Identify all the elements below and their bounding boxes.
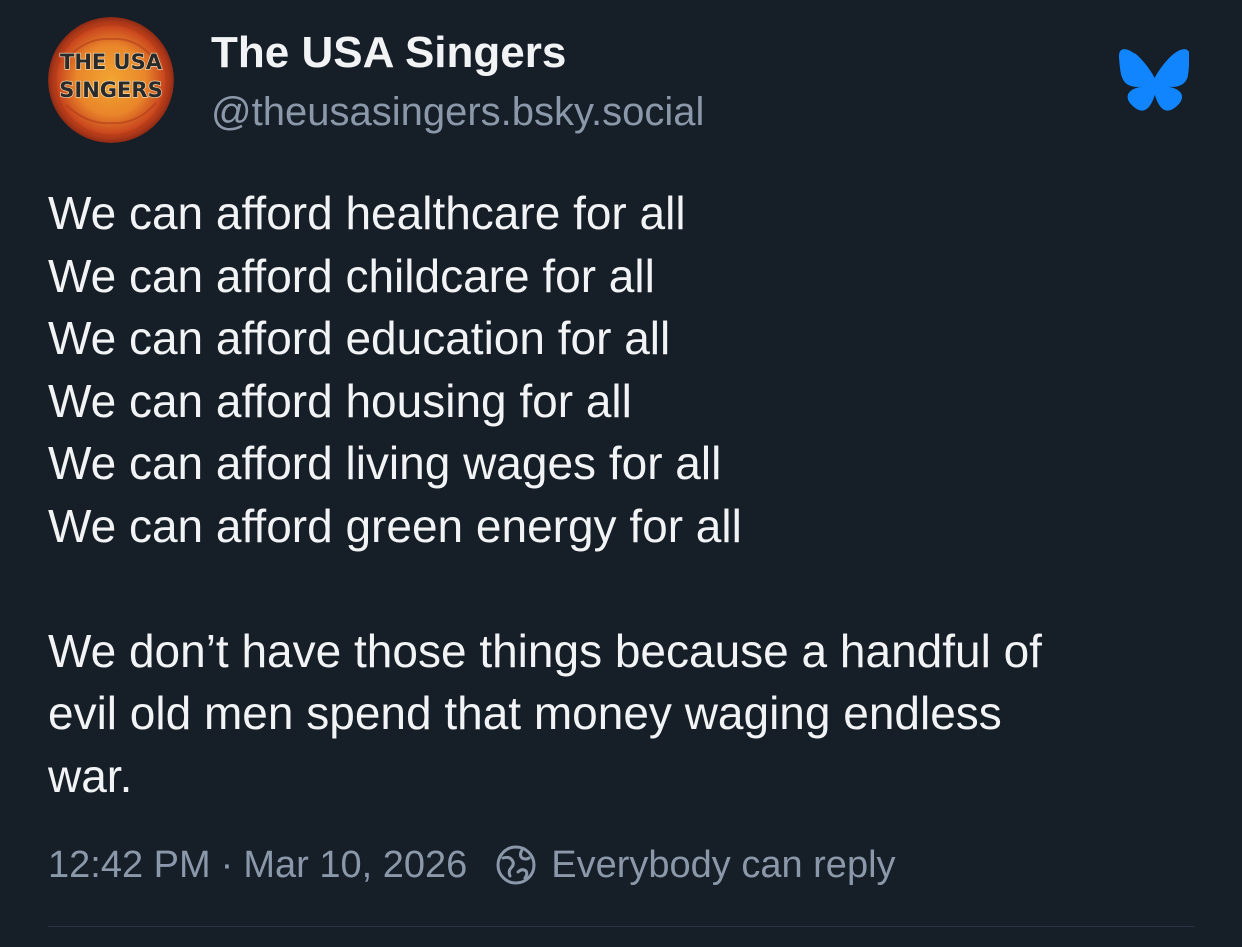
post-time[interactable]: 12:42 PM <box>48 844 211 887</box>
author-handle[interactable]: @theusasingers.bsky.social <box>211 88 704 136</box>
post-line: We can afford healthcare for all <box>48 187 686 239</box>
reply-setting-label[interactable]: Everybody can reply <box>551 844 895 887</box>
post-paragraph-line: We don’t have those things because a han… <box>48 624 1042 677</box>
avatar[interactable]: THE USA SINGERS <box>48 17 174 143</box>
avatar-text-line1: THE USA <box>60 50 163 74</box>
avatar-image: THE USA SINGERS <box>48 17 174 143</box>
post-text: We can afford healthcare for all We can … <box>48 182 1198 807</box>
meta-separator: · <box>220 843 234 886</box>
post-paragraph-line: evil old men spend that money waging end… <box>48 687 1002 739</box>
post-line: We can afford housing for all <box>48 374 632 427</box>
post-paragraph-line: war. <box>48 749 133 802</box>
post-line: We can afford education for all <box>48 312 671 364</box>
avatar-text-line2: SINGERS <box>59 78 162 102</box>
post-date[interactable]: Mar 10, 2026 <box>243 844 467 887</box>
bluesky-butterfly-icon <box>1119 46 1190 112</box>
author-display-name[interactable]: The USA Singers <box>211 26 566 80</box>
divider <box>48 926 1194 927</box>
globe-icon <box>495 844 537 886</box>
post-meta: 12:42 PM · Mar 10, 2026 Everybody can re… <box>48 840 896 890</box>
post-line: We can afford living wages for all <box>48 437 722 489</box>
post-line: We can afford green energy for all <box>48 499 742 552</box>
post-line: We can afford childcare for all <box>48 249 655 302</box>
